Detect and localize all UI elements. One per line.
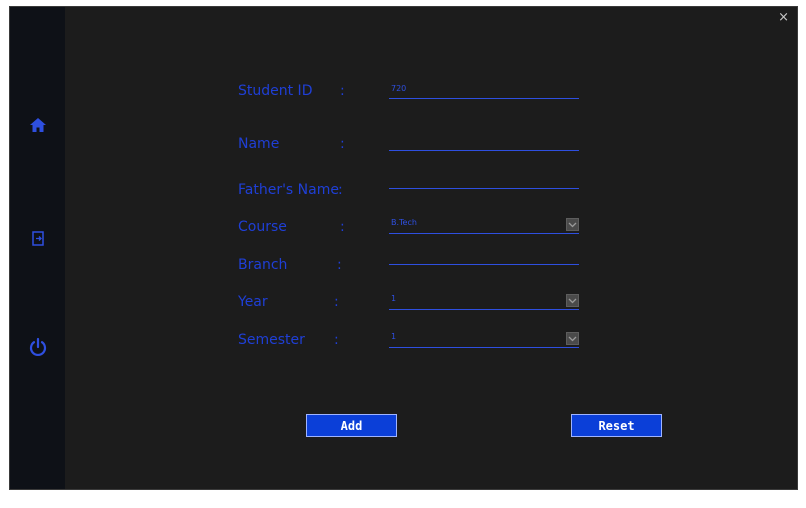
chevron-down-icon[interactable] — [566, 294, 579, 307]
year-colon: : — [334, 294, 339, 310]
app-window: × Student ID : 720 Name : Father's Name … — [9, 6, 798, 490]
name-field[interactable] — [389, 135, 579, 151]
year-dropdown[interactable]: 1 — [389, 293, 579, 310]
course-value: B.Tech — [391, 218, 417, 227]
course-dropdown[interactable]: B.Tech — [389, 217, 579, 234]
semester-colon: : — [334, 332, 339, 348]
branch-colon: : — [337, 257, 342, 273]
chevron-down-icon[interactable] — [566, 332, 579, 345]
name-colon: : — [340, 136, 345, 152]
name-label: Name — [238, 136, 280, 152]
course-label: Course — [238, 219, 287, 235]
logout-button[interactable] — [23, 223, 53, 253]
home-icon — [30, 118, 46, 132]
year-value: 1 — [391, 294, 397, 303]
power-icon — [29, 337, 47, 356]
add-button[interactable]: Add — [306, 414, 397, 437]
reset-button[interactable]: Reset — [571, 414, 662, 437]
father-name-label: Father's Name — [238, 182, 339, 198]
sidebar — [10, 7, 65, 489]
branch-field[interactable] — [389, 249, 579, 265]
semester-value: 1 — [391, 332, 397, 341]
semester-label: Semester — [238, 332, 305, 348]
father-name-colon: : — [338, 182, 343, 198]
course-colon: : — [340, 219, 345, 235]
student-id-colon: : — [340, 83, 345, 99]
close-icon[interactable]: × — [778, 11, 789, 25]
power-button[interactable] — [23, 332, 53, 362]
branch-label: Branch — [238, 257, 288, 273]
home-button[interactable] — [23, 110, 53, 140]
student-id-label: Student ID — [238, 83, 313, 99]
year-label: Year — [238, 294, 268, 310]
semester-dropdown[interactable]: 1 — [389, 331, 579, 348]
logout-icon — [32, 230, 44, 246]
student-id-field[interactable]: 720 — [389, 83, 579, 99]
father-name-field[interactable] — [389, 173, 579, 189]
chevron-down-icon[interactable] — [566, 218, 579, 231]
